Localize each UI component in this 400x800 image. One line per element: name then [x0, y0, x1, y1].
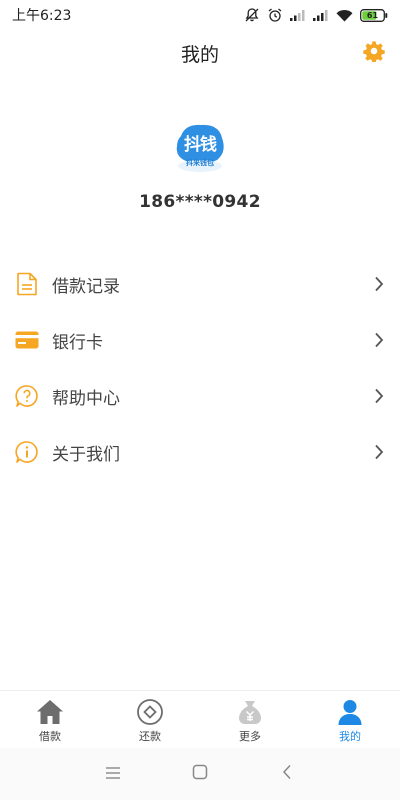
signal-icon-2 — [313, 9, 329, 21]
logo-subtext: 抖来钱包 — [186, 159, 214, 167]
gear-icon — [363, 40, 385, 66]
document-icon — [14, 271, 40, 297]
repay-icon — [135, 697, 165, 727]
person-icon — [335, 697, 365, 727]
menu-item-bank-card[interactable]: 银行卡 — [0, 312, 400, 368]
user-phone: 186****0942 — [139, 192, 261, 212]
tab-repay[interactable]: 还款 — [100, 691, 200, 749]
card-icon — [14, 327, 40, 353]
chevron-right-icon — [372, 387, 386, 405]
page-title: 我的 — [180, 43, 219, 66]
app-logo: 抖钱 抖来钱包 — [171, 118, 229, 176]
tab-more[interactable]: 更多 — [200, 691, 300, 749]
mute-icon — [244, 7, 260, 23]
menu-item-label: 帮助中心 — [52, 388, 120, 409]
tab-mine[interactable]: 我的 — [300, 691, 400, 749]
settings-button[interactable] — [362, 41, 386, 65]
chevron-right-icon — [372, 443, 386, 461]
menu-list: 借款记录 银行卡 帮助中心 关于我们 — [0, 256, 400, 480]
menu-item-label: 银行卡 — [52, 332, 103, 353]
tab-borrow[interactable]: 借款 — [0, 691, 100, 749]
chevron-left-icon — [282, 764, 292, 784]
help-icon — [14, 383, 40, 409]
square-icon — [192, 764, 208, 784]
home-icon — [35, 697, 65, 727]
tab-label: 还款 — [139, 729, 161, 743]
home-nav-button[interactable] — [185, 759, 215, 789]
menu-nav-button[interactable] — [98, 759, 128, 789]
tab-label: 我的 — [339, 729, 361, 743]
menu-item-label: 借款记录 — [52, 276, 120, 297]
battery-icon: 61 — [360, 8, 388, 22]
alarm-icon — [267, 7, 283, 23]
system-nav-bar — [0, 748, 400, 800]
menu-item-about-us[interactable]: 关于我们 — [0, 424, 400, 480]
status-time: 上午6:23 — [12, 8, 72, 24]
title-bar: 我的 — [0, 30, 400, 76]
menu-item-help-center[interactable]: 帮助中心 — [0, 368, 400, 424]
tab-label: 更多 — [239, 729, 261, 743]
money-bag-icon — [235, 697, 265, 727]
menu-item-label: 关于我们 — [52, 444, 120, 465]
wifi-icon — [336, 9, 353, 22]
logo-text: 抖钱 — [184, 135, 217, 155]
status-bar: 上午6:23 61 — [0, 0, 400, 30]
menu-item-loan-records[interactable]: 借款记录 — [0, 256, 400, 312]
chevron-right-icon — [372, 331, 386, 349]
signal-icon-1 — [290, 9, 306, 21]
bottom-tab-bar: 借款 还款 更多 我的 — [0, 690, 400, 749]
hamburger-icon — [105, 765, 121, 784]
info-icon — [14, 439, 40, 465]
tab-label: 借款 — [39, 729, 61, 743]
chevron-right-icon — [372, 275, 386, 293]
status-icons: 61 — [244, 7, 388, 23]
back-nav-button[interactable] — [272, 759, 302, 789]
battery-level: 61 — [366, 10, 379, 20]
profile-section: 抖钱 抖来钱包 186****0942 — [0, 118, 400, 212]
